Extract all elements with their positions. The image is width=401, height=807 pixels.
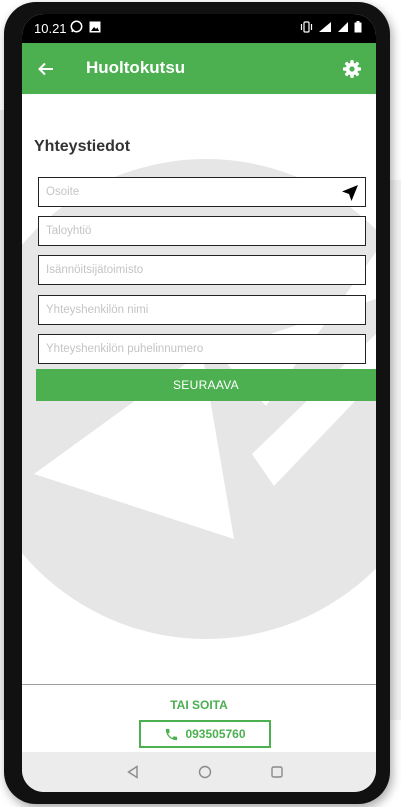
housing-company-input[interactable] (39, 217, 365, 245)
phone-icon (166, 728, 178, 740)
contact-phone-input[interactable] (39, 335, 365, 363)
back-button[interactable] (32, 55, 60, 83)
property-manager-input[interactable] (39, 256, 365, 284)
housing-company-field[interactable] (38, 216, 366, 246)
signal-icon (338, 22, 348, 32)
locate-button[interactable] (341, 184, 359, 202)
circle-home-icon (198, 765, 212, 779)
call-section: TAI SOITA 093505760 (22, 684, 376, 748)
navigation-arrow-icon (342, 185, 358, 201)
phone-frame: 10.21 Huoltokutsu Yhteystiedot Osoite Ta… (4, 2, 390, 804)
contact-phone-field[interactable] (38, 334, 366, 364)
nav-recents-button[interactable] (267, 762, 287, 782)
gear-icon (343, 60, 361, 78)
status-right-icons (300, 21, 362, 33)
arrow-back-icon (38, 62, 53, 76)
app-title: Huoltokutsu (86, 58, 186, 77)
status-left-icons (70, 20, 101, 33)
or-call-label: TAI SOITA (170, 698, 228, 712)
mobile-signal-icon (319, 22, 331, 32)
phone-number: 093505760 (185, 727, 246, 741)
section-title: Yhteystiedot (34, 138, 131, 155)
contact-name-field[interactable] (38, 295, 366, 325)
vibrate-icon (300, 21, 313, 33)
next-button[interactable]: SEURAAVA (36, 369, 376, 401)
content-area: Yhteystiedot SEURAAVA (22, 94, 376, 674)
nav-back-button[interactable] (123, 762, 143, 782)
status-time: 10.21 (34, 21, 67, 36)
address-field[interactable] (38, 177, 366, 207)
square-recents-icon (271, 766, 283, 778)
address-input[interactable] (39, 178, 365, 206)
nav-home-button[interactable] (195, 762, 215, 782)
triangle-back-icon (127, 765, 138, 779)
image-icon (89, 21, 101, 32)
settings-button[interactable] (338, 55, 366, 83)
call-button[interactable]: 093505760 (139, 720, 271, 748)
app-bar: Huoltokutsu (22, 43, 376, 94)
phone-screen: 10.21 Huoltokutsu Yhteystiedot Osoite Ta… (22, 14, 376, 792)
whatsapp-icon (70, 20, 83, 33)
contact-name-input[interactable] (39, 296, 365, 324)
status-bar: 10.21 (22, 14, 376, 43)
property-manager-field[interactable] (38, 255, 366, 285)
system-nav-bar (22, 752, 376, 792)
battery-icon (354, 21, 362, 33)
